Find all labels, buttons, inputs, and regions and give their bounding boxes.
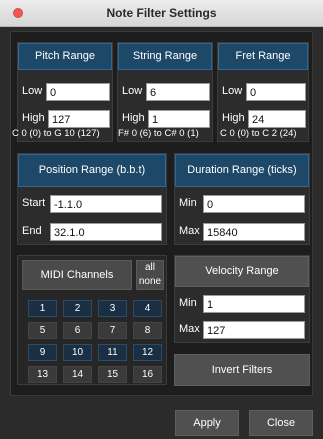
pitch-range-readout: C 0 (0) to G 10 (127) xyxy=(12,128,100,139)
velocity-max-label: Max xyxy=(179,323,200,335)
velocity-min-input[interactable]: 1 xyxy=(203,295,305,313)
midi-all-button[interactable]: all xyxy=(137,261,163,275)
pitch-range-group: Pitch Range Low 0 High 127 xyxy=(17,42,113,142)
apply-button[interactable]: Apply xyxy=(175,410,239,436)
midi-channel-button[interactable]: 14 xyxy=(63,366,92,383)
velocity-min-label: Min xyxy=(179,297,197,309)
midi-channel-button[interactable]: 6 xyxy=(63,322,92,339)
midi-channels-group: MIDI Channels all none 1 2 3 4 5 6 7 8 9 10 11 12 13… xyxy=(17,255,167,385)
midi-all-none-toggle[interactable]: all none xyxy=(136,260,164,290)
midi-channel-button[interactable]: 11 xyxy=(98,344,127,361)
position-end-label: End xyxy=(22,225,42,237)
position-start-input[interactable]: -1.1.0 xyxy=(50,195,162,213)
string-high-label: High xyxy=(122,112,145,124)
string-range-header: String Range xyxy=(118,43,212,70)
pitch-low-input[interactable]: 0 xyxy=(46,83,110,101)
invert-filters-button[interactable]: Invert Filters xyxy=(174,354,310,386)
position-range-group: Position Range (b.b.t) Start -1.1.0 End … xyxy=(17,153,167,245)
duration-range-group: Duration Range (ticks) Min 0 Max 15840 xyxy=(174,153,310,245)
fret-range-header: Fret Range xyxy=(218,43,308,70)
duration-min-label: Min xyxy=(179,197,197,209)
velocity-range-header: Velocity Range xyxy=(175,256,309,287)
footer-bar: Apply Close xyxy=(0,399,323,439)
velocity-max-input[interactable]: 127 xyxy=(203,321,305,339)
title-bar: Note Filter Settings xyxy=(0,0,323,27)
midi-channel-button[interactable]: 4 xyxy=(133,300,162,317)
midi-channel-button[interactable]: 8 xyxy=(133,322,162,339)
midi-channel-button[interactable]: 10 xyxy=(63,344,92,361)
midi-channel-button[interactable]: 13 xyxy=(28,366,57,383)
midi-channel-button[interactable]: 9 xyxy=(28,344,57,361)
position-start-label: Start xyxy=(22,197,46,209)
midi-channels-header: MIDI Channels xyxy=(22,260,132,290)
midi-channel-button[interactable]: 15 xyxy=(98,366,127,383)
pitch-high-input[interactable]: 127 xyxy=(48,110,110,128)
position-range-header: Position Range (b.b.t) xyxy=(18,154,166,187)
window-title: Note Filter Settings xyxy=(106,6,217,20)
string-high-input[interactable]: 1 xyxy=(148,110,210,128)
midi-channel-button[interactable]: 12 xyxy=(133,344,162,361)
fret-high-label: High xyxy=(222,112,245,124)
fret-low-input[interactable]: 0 xyxy=(246,83,306,101)
close-window-icon[interactable] xyxy=(13,8,23,18)
midi-channel-button[interactable]: 3 xyxy=(98,300,127,317)
string-low-input[interactable]: 6 xyxy=(146,83,210,101)
close-button[interactable]: Close xyxy=(249,410,313,436)
filter-panel: Pitch Range Low 0 High 127 C 0 (0) to G … xyxy=(10,31,313,396)
pitch-high-label: High xyxy=(22,112,45,124)
midi-channel-button[interactable]: 7 xyxy=(98,322,127,339)
midi-channel-button[interactable]: 5 xyxy=(28,322,57,339)
midi-none-button[interactable]: none xyxy=(137,275,163,289)
velocity-range-group: Velocity Range Min 1 Max 127 xyxy=(174,255,310,343)
duration-max-label: Max xyxy=(179,225,200,237)
string-low-label: Low xyxy=(122,85,143,97)
pitch-low-label: Low xyxy=(22,85,43,97)
fret-range-readout: C 0 (0) to C 2 (24) xyxy=(220,128,297,139)
midi-channel-button[interactable]: 16 xyxy=(133,366,162,383)
fret-range-group: Fret Range Low 0 High 24 xyxy=(217,42,309,142)
duration-min-input[interactable]: 0 xyxy=(203,195,305,213)
duration-range-header: Duration Range (ticks) xyxy=(175,154,309,187)
duration-max-input[interactable]: 15840 xyxy=(203,223,305,241)
position-end-input[interactable]: 32.1.0 xyxy=(50,223,162,241)
fret-low-label: Low xyxy=(222,85,243,97)
midi-channel-button[interactable]: 2 xyxy=(63,300,92,317)
pitch-range-header: Pitch Range xyxy=(18,43,112,70)
string-range-group: String Range Low 6 High 1 xyxy=(117,42,213,142)
string-range-readout: F# 0 (6) to C# 0 (1) xyxy=(118,128,199,139)
fret-high-input[interactable]: 24 xyxy=(248,110,306,128)
midi-channel-button[interactable]: 1 xyxy=(28,300,57,317)
